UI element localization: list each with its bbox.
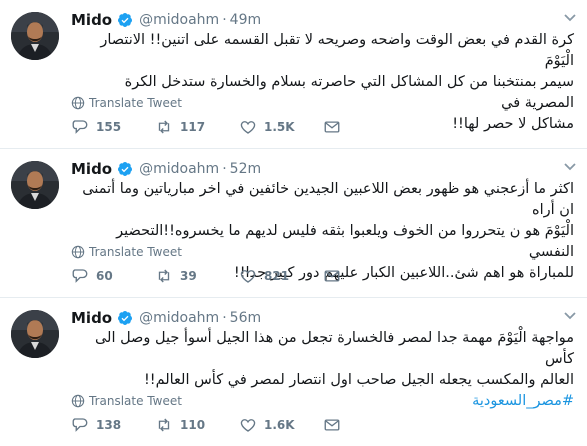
globe-icon: [71, 96, 85, 110]
tweet-timestamp[interactable]: 52m: [230, 161, 261, 177]
tweet-text-line: مواجهة الْيَوْمَ مهمة جدا لمصر فالخسارة …: [94, 330, 574, 367]
like-button[interactable]: 1.5K: [239, 118, 323, 136]
retweet-icon: [158, 269, 170, 283]
tweet[interactable]: Mido @midoahm · 49m كرة القدم في بعض الو…: [0, 0, 587, 149]
tweet-text-line: كرة القدم في بعض الوقت واضحه وصريحه لا ت…: [100, 32, 574, 69]
tweet-feed: Mido @midoahm · 49m كرة القدم في بعض الو…: [0, 0, 587, 446]
retweet-button[interactable]: 39: [155, 267, 239, 285]
tweet-actions: 60 39 821: [71, 267, 407, 285]
verified-badge-icon: [118, 13, 133, 27]
like-count: 1.5K: [264, 120, 295, 134]
reply-button[interactable]: 138: [71, 416, 155, 434]
reply-icon: [72, 418, 88, 432]
separator-dot: ·: [222, 161, 227, 177]
verified-badge-icon: [118, 162, 133, 176]
globe-icon: [71, 245, 85, 259]
chevron-down-icon[interactable]: [563, 10, 577, 24]
translate-tweet-link[interactable]: Translate Tweet: [71, 394, 182, 408]
retweet-icon: [158, 418, 170, 432]
envelope-icon: [324, 419, 340, 431]
tweet-text-line: العالم والمكسب يجعله الجيل صاحب اول انتص…: [143, 372, 574, 388]
like-count: 1.6K: [264, 418, 295, 432]
direct-message-button[interactable]: [323, 267, 407, 285]
retweet-button[interactable]: 110: [155, 416, 239, 434]
retweet-button[interactable]: 117: [155, 118, 239, 136]
translate-label: Translate Tweet: [89, 245, 182, 259]
tweet-actions: 138 110 1.6K: [71, 416, 407, 434]
author-name[interactable]: Mido: [71, 11, 112, 29]
retweet-count: 39: [180, 269, 197, 283]
envelope-icon: [324, 270, 340, 282]
reply-count: 60: [96, 269, 113, 283]
author-handle[interactable]: @midoahm: [139, 12, 219, 28]
chevron-down-icon[interactable]: [563, 159, 577, 173]
author-name[interactable]: Mido: [71, 309, 112, 327]
direct-message-button[interactable]: [323, 118, 407, 136]
tweet-timestamp[interactable]: 49m: [230, 12, 261, 28]
like-button[interactable]: 821: [239, 267, 323, 285]
translate-label: Translate Tweet: [89, 96, 182, 110]
avatar[interactable]: [11, 12, 59, 60]
direct-message-button[interactable]: [323, 416, 407, 434]
chevron-down-icon[interactable]: [563, 308, 577, 322]
avatar[interactable]: [11, 161, 59, 209]
reply-count: 138: [96, 418, 122, 432]
envelope-icon: [324, 121, 340, 133]
like-button[interactable]: 1.6K: [239, 416, 323, 434]
tweet-header: Mido @midoahm · 56m: [71, 307, 261, 329]
heart-icon: [240, 270, 256, 283]
translate-tweet-link[interactable]: Translate Tweet: [71, 96, 182, 110]
tweet-actions: 155 117 1.5K: [71, 118, 407, 136]
reply-button[interactable]: 60: [71, 267, 155, 285]
reply-icon: [72, 269, 88, 283]
heart-icon: [240, 419, 256, 432]
separator-dot: ·: [222, 12, 227, 28]
retweet-count: 110: [180, 418, 206, 432]
globe-icon: [71, 394, 85, 408]
tweet[interactable]: Mido @midoahm · 52m اكثر ما أزعجني هو ظه…: [0, 149, 587, 298]
tweet-timestamp[interactable]: 56m: [230, 310, 261, 326]
author-handle[interactable]: @midoahm: [139, 310, 219, 326]
tweet-header: Mido @midoahm · 49m: [71, 9, 261, 31]
reply-icon: [72, 120, 88, 134]
author-handle[interactable]: @midoahm: [139, 161, 219, 177]
translate-tweet-link[interactable]: Translate Tweet: [71, 245, 182, 259]
separator-dot: ·: [222, 310, 227, 326]
tweet[interactable]: Mido @midoahm · 56m مواجهة الْيَوْمَ مهم…: [0, 298, 587, 446]
translate-label: Translate Tweet: [89, 394, 182, 408]
hashtag-link[interactable]: #مصر_السعودية: [472, 393, 574, 409]
heart-icon: [240, 121, 256, 134]
reply-button[interactable]: 155: [71, 118, 155, 136]
retweet-count: 117: [180, 120, 206, 134]
like-count: 821: [264, 269, 290, 283]
tweet-header: Mido @midoahm · 52m: [71, 158, 261, 180]
verified-badge-icon: [118, 311, 133, 325]
retweet-icon: [158, 120, 170, 134]
avatar[interactable]: [11, 310, 59, 358]
tweet-text-line: اكثر ما أزعجني هو ظهور بعض اللاعبين الجي…: [82, 181, 574, 218]
author-name[interactable]: Mido: [71, 160, 112, 178]
reply-count: 155: [96, 120, 122, 134]
